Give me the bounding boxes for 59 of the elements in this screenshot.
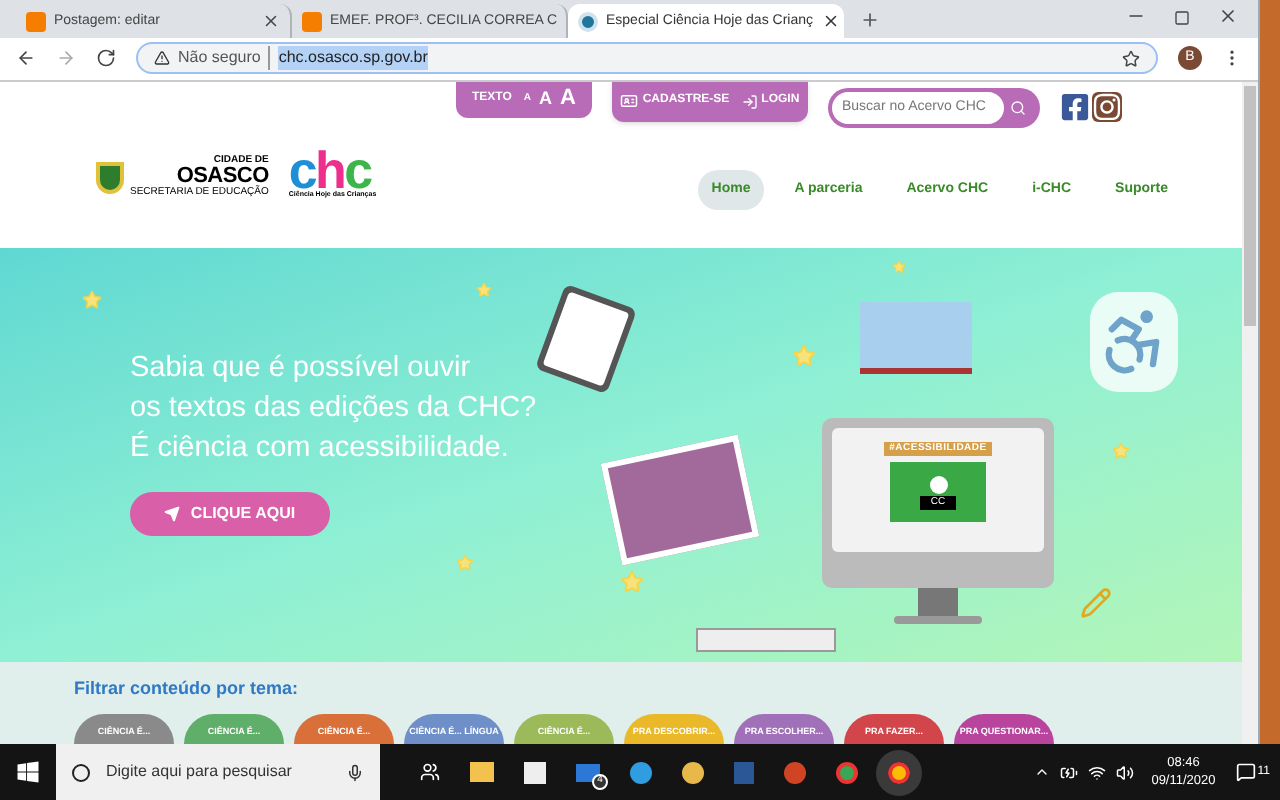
windows-start-icon[interactable] [16,760,40,784]
blogger-icon [26,11,46,32]
paint-app-icon[interactable] [682,761,704,783]
taskbar-search-placeholder: Digite aqui para pesquisar [106,760,294,784]
close-icon[interactable] [821,12,839,31]
reload-icon[interactable] [96,48,116,69]
warning-icon [154,50,170,67]
task-view-icon[interactable] [420,762,440,782]
city-crest-icon [96,161,124,193]
browser-app-icon[interactable] [630,761,652,783]
scrollbar[interactable] [1242,81,1258,744]
star-icon [476,281,492,297]
chc-logo: chc [288,147,372,191]
city-logo-name: OSASCO [176,166,269,188]
maximize-icon[interactable] [1174,10,1190,27]
click-here-button[interactable]: CLIQUE AQUI [130,491,330,535]
star-icon [620,569,644,593]
play-icon [929,475,947,493]
back-icon[interactable] [16,48,36,69]
star-icon [892,259,906,273]
close-icon[interactable] [262,12,280,31]
hero-text: Sabia que é possível ouvir os textos das edições da CHC? É ciência com acessibilidade. [130,349,537,467]
blogger-icon [302,11,322,32]
star-icon [792,343,816,367]
notification-icon [1235,762,1256,782]
wheelchair-icon [1090,291,1178,391]
store-icon[interactable] [524,761,546,783]
wordpress-icon [578,11,598,32]
taskbar-search-field[interactable]: Digite aqui para pesquisar [56,744,380,800]
star-icon [82,289,102,309]
monitor-stand [918,587,958,615]
star-icon [456,553,474,571]
bookmark-star-icon[interactable] [1122,49,1140,68]
volume-icon[interactable] [1115,763,1134,781]
new-tab-icon[interactable] [860,10,880,31]
facebook-icon[interactable] [1060,91,1090,121]
id-card-icon [620,92,639,110]
wifi-icon[interactable] [1087,763,1106,781]
word-app-icon[interactable] [734,761,754,783]
monitor-base [894,615,982,623]
keyboard-drawing [696,627,836,651]
url-text: chc.osasco.sp.gov.br [278,46,428,71]
battery-icon[interactable] [1059,763,1078,781]
instagram-icon[interactable] [1092,91,1122,121]
paper-plane-icon [164,505,181,521]
powerpoint-app-icon[interactable] [784,761,806,783]
security-label: Não seguro [178,46,271,71]
login-icon [741,93,758,109]
microphone-icon[interactable] [346,763,364,781]
address-bar[interactable]: Não seguro chc.osasco.sp.gov.br [136,42,1158,75]
chrome-app-icon[interactable] [836,761,858,783]
filter-heading: Filtrar conteúdo por tema: [74,675,301,702]
font-size-button[interactable]: A [560,82,576,116]
cortana-icon [72,763,90,781]
close-window-icon[interactable] [1218,6,1238,27]
font-size-button[interactable]: A [539,85,553,113]
chevron-up-icon[interactable] [1033,764,1050,780]
search-icon[interactable] [1010,99,1026,115]
star-icon [1112,441,1130,459]
